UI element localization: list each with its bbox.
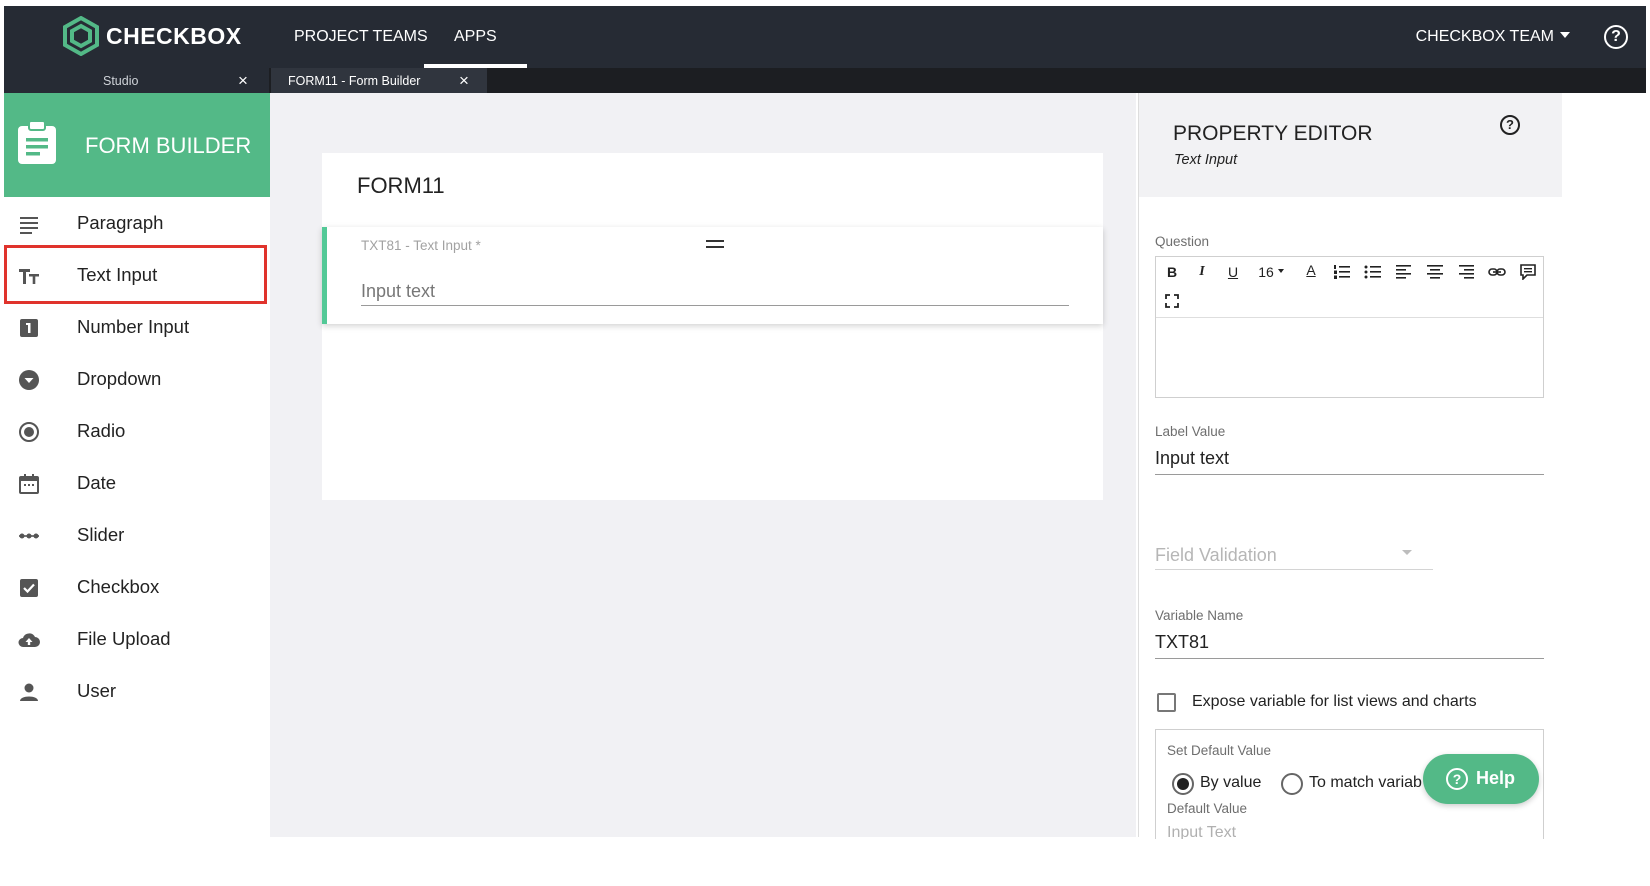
checkbox-logo[interactable]: CHECKBOX bbox=[62, 16, 242, 56]
help-button[interactable]: ? Help bbox=[1423, 754, 1539, 804]
sidebar-item-label: Checkbox bbox=[77, 576, 160, 597]
sidebar-item-label: Radio bbox=[77, 420, 126, 441]
dropdown-icon bbox=[19, 370, 39, 390]
help-button-label: Help bbox=[1476, 768, 1516, 788]
checkbox-logo-icon bbox=[63, 16, 99, 56]
align-right-icon[interactable] bbox=[1457, 264, 1475, 280]
bold-button[interactable]: B bbox=[1164, 262, 1180, 282]
team-label: CHECKBOX TEAM bbox=[1415, 28, 1554, 45]
sidebar-item-number-input[interactable]: Number Input bbox=[4, 301, 270, 353]
close-icon[interactable]: × bbox=[459, 68, 469, 93]
radio-icon bbox=[19, 422, 39, 442]
label-value-underline bbox=[1155, 474, 1544, 475]
question-label: Question bbox=[1155, 234, 1210, 249]
link-icon[interactable] bbox=[1488, 264, 1506, 280]
tab-bar: Studio × FORM11 - Form Builder × bbox=[4, 68, 1646, 93]
chevron-down-icon bbox=[1278, 269, 1284, 273]
radio-by-value-label: By value bbox=[1200, 774, 1262, 791]
editor-toolbar: B I U 16 A bbox=[1156, 257, 1543, 318]
clipboard-icon bbox=[18, 120, 56, 164]
comment-icon[interactable] bbox=[1519, 264, 1537, 280]
field-validation-select[interactable]: Field Validation bbox=[1155, 545, 1277, 566]
slider-icon bbox=[19, 533, 39, 539]
field-tag: TXT81 - Text Input * bbox=[361, 238, 481, 253]
form-card bbox=[322, 153, 1103, 500]
sidebar-item-label: Number Input bbox=[77, 316, 190, 337]
checkbox-icon bbox=[20, 579, 38, 597]
question-rich-text-editor[interactable]: B I U 16 A bbox=[1155, 256, 1544, 398]
sidebar-item-label: Slider bbox=[77, 524, 125, 545]
bullet-list-icon[interactable] bbox=[1364, 264, 1382, 280]
expose-variable-checkbox[interactable] bbox=[1157, 693, 1176, 712]
sidebar-item-checkbox[interactable]: Checkbox bbox=[4, 561, 270, 613]
sidebar-item-user[interactable]: User bbox=[4, 665, 270, 717]
sidebar-item-label: Dropdown bbox=[77, 368, 162, 389]
form-builder-header: FORM BUILDER bbox=[4, 93, 270, 197]
tab-studio-label: Studio bbox=[103, 73, 139, 88]
sidebar-item-radio[interactable]: Radio bbox=[4, 405, 270, 457]
radio-by-value[interactable] bbox=[1172, 773, 1194, 795]
sidebar-item-label: Date bbox=[77, 472, 117, 493]
close-icon[interactable]: × bbox=[238, 68, 248, 93]
align-center-icon[interactable] bbox=[1426, 264, 1444, 280]
number-input-icon bbox=[20, 319, 38, 337]
nav-apps[interactable]: APPS bbox=[424, 6, 527, 68]
sidebar-item-label: User bbox=[77, 680, 117, 701]
font-color-button[interactable]: A bbox=[1303, 260, 1319, 280]
tab-form-builder[interactable]: FORM11 - Form Builder × bbox=[271, 68, 487, 93]
label-value-input[interactable]: Input text bbox=[1155, 448, 1229, 469]
help-icon[interactable]: ? bbox=[1604, 25, 1628, 49]
variable-name-input[interactable]: TXT81 bbox=[1155, 632, 1209, 653]
user-icon bbox=[20, 683, 38, 701]
italic-button[interactable]: I bbox=[1194, 262, 1210, 282]
help-icon: ? bbox=[1446, 768, 1468, 790]
fullscreen-icon[interactable] bbox=[1165, 294, 1179, 308]
form-builder-title: FORM BUILDER bbox=[85, 133, 252, 158]
variable-name-label: Variable Name bbox=[1155, 608, 1244, 623]
cloud-upload-icon bbox=[18, 633, 40, 647]
radio-match-variable[interactable] bbox=[1281, 773, 1303, 795]
tab-form-builder-label: FORM11 - Form Builder bbox=[288, 73, 421, 88]
default-section-label: Set Default Value bbox=[1167, 743, 1272, 758]
default-value-label: Default Value bbox=[1167, 801, 1248, 816]
sidebar-item-label: File Upload bbox=[77, 628, 171, 649]
default-value-input[interactable]: Input Text bbox=[1167, 824, 1236, 839]
paragraph-icon bbox=[20, 217, 38, 234]
logo-text: CHECKBOX bbox=[106, 22, 242, 49]
chevron-down-icon bbox=[1402, 550, 1412, 555]
text-input-field[interactable] bbox=[361, 278, 1069, 306]
expose-variable-label: Expose variable for list views and chart… bbox=[1192, 693, 1477, 710]
sidebar-item-paragraph[interactable]: Paragraph bbox=[4, 197, 270, 249]
font-size-select[interactable]: 16 bbox=[1255, 262, 1277, 282]
underline-button[interactable]: U bbox=[1225, 262, 1241, 282]
label-value-label: Label Value bbox=[1155, 424, 1226, 439]
radio-match-variable-label: To match variab bbox=[1309, 774, 1422, 791]
ordered-list-icon[interactable] bbox=[1333, 264, 1351, 280]
property-editor-title: PROPERTY EDITOR bbox=[1173, 122, 1373, 145]
sidebar-item-date[interactable]: Date bbox=[4, 457, 270, 509]
chevron-down-icon bbox=[1560, 31, 1570, 38]
team-dropdown[interactable]: CHECKBOX TEAM bbox=[1416, 6, 1570, 68]
sidebar-item-slider[interactable]: Slider bbox=[4, 509, 270, 561]
top-navbar: CHECKBOX PROJECT TEAMS APPS CHECKBOX TEA… bbox=[4, 6, 1646, 68]
variable-name-underline bbox=[1155, 658, 1544, 659]
tab-studio[interactable]: Studio × bbox=[4, 68, 269, 93]
highlight-box bbox=[4, 245, 267, 304]
sidebar-item-label: Paragraph bbox=[77, 212, 164, 233]
sidebar-item-file-upload[interactable]: File Upload bbox=[4, 613, 270, 665]
form-title: FORM11 bbox=[357, 173, 445, 198]
align-left-icon[interactable] bbox=[1395, 264, 1413, 280]
calendar-icon bbox=[19, 474, 39, 494]
drag-handle-icon[interactable] bbox=[706, 240, 724, 248]
field-validation-underline bbox=[1155, 569, 1433, 570]
nav-project-teams[interactable]: PROJECT TEAMS bbox=[294, 6, 428, 68]
help-icon[interactable]: ? bbox=[1500, 115, 1520, 135]
property-editor-subtitle: Text Input bbox=[1174, 152, 1238, 168]
sidebar-item-dropdown[interactable]: Dropdown bbox=[4, 353, 270, 405]
